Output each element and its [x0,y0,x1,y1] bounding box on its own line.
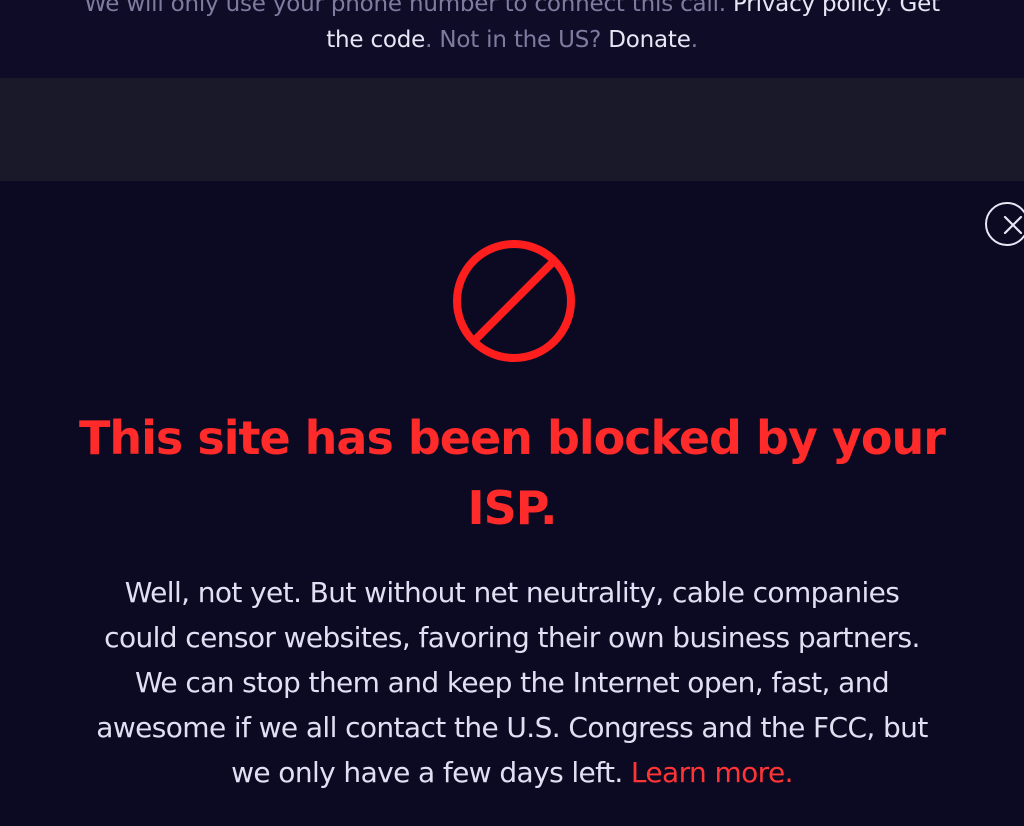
body-line-4: awesome if we all contact the U.S. Congr… [96,711,928,744]
get-the-code-link-part1[interactable]: Get [900,0,941,17]
headline-line-1: This site has been blocked by your [79,411,946,465]
privacy-policy-link[interactable]: Privacy policy [733,0,885,17]
close-button[interactable] [985,202,1024,246]
body-line-3: We can stop them and keep the Internet o… [134,666,890,699]
top-band: We will only use your phone number to co… [0,0,1024,78]
notice-line-2: the code. Not in the US? Donate. [0,22,1024,58]
net-neutrality-message: Well, not yet. But without net neutralit… [0,570,1024,795]
body-line-2: could censor websites, favoring their ow… [104,621,920,654]
notice-text: We will only use your phone number to co… [84,0,734,17]
prohibited-icon [453,240,575,362]
donate-link[interactable]: Donate [608,27,691,53]
get-the-code-link-part2[interactable]: the code [326,27,425,53]
not-in-us-text: . Not in the US? [425,27,609,53]
divider-band [0,78,1024,181]
learn-more-link[interactable]: Learn more. [631,756,794,789]
headline-line-2: ISP. [467,481,558,535]
phone-privacy-notice: We will only use your phone number to co… [0,0,1024,58]
notice-line-1: We will only use your phone number to co… [0,0,1024,22]
body-line-5-text: we only have a few days left. [231,756,631,789]
blocked-headline: This site has been blocked by your ISP. [0,403,1024,543]
notice-end: . [690,27,698,53]
body-line-1: Well, not yet. But without net neutralit… [124,576,900,609]
notice-separator: . [885,0,900,17]
blocked-modal: This site has been blocked by your ISP. … [0,181,1024,826]
close-icon [1003,215,1023,235]
body-line-5: we only have a few days left. Learn more… [0,750,1024,795]
